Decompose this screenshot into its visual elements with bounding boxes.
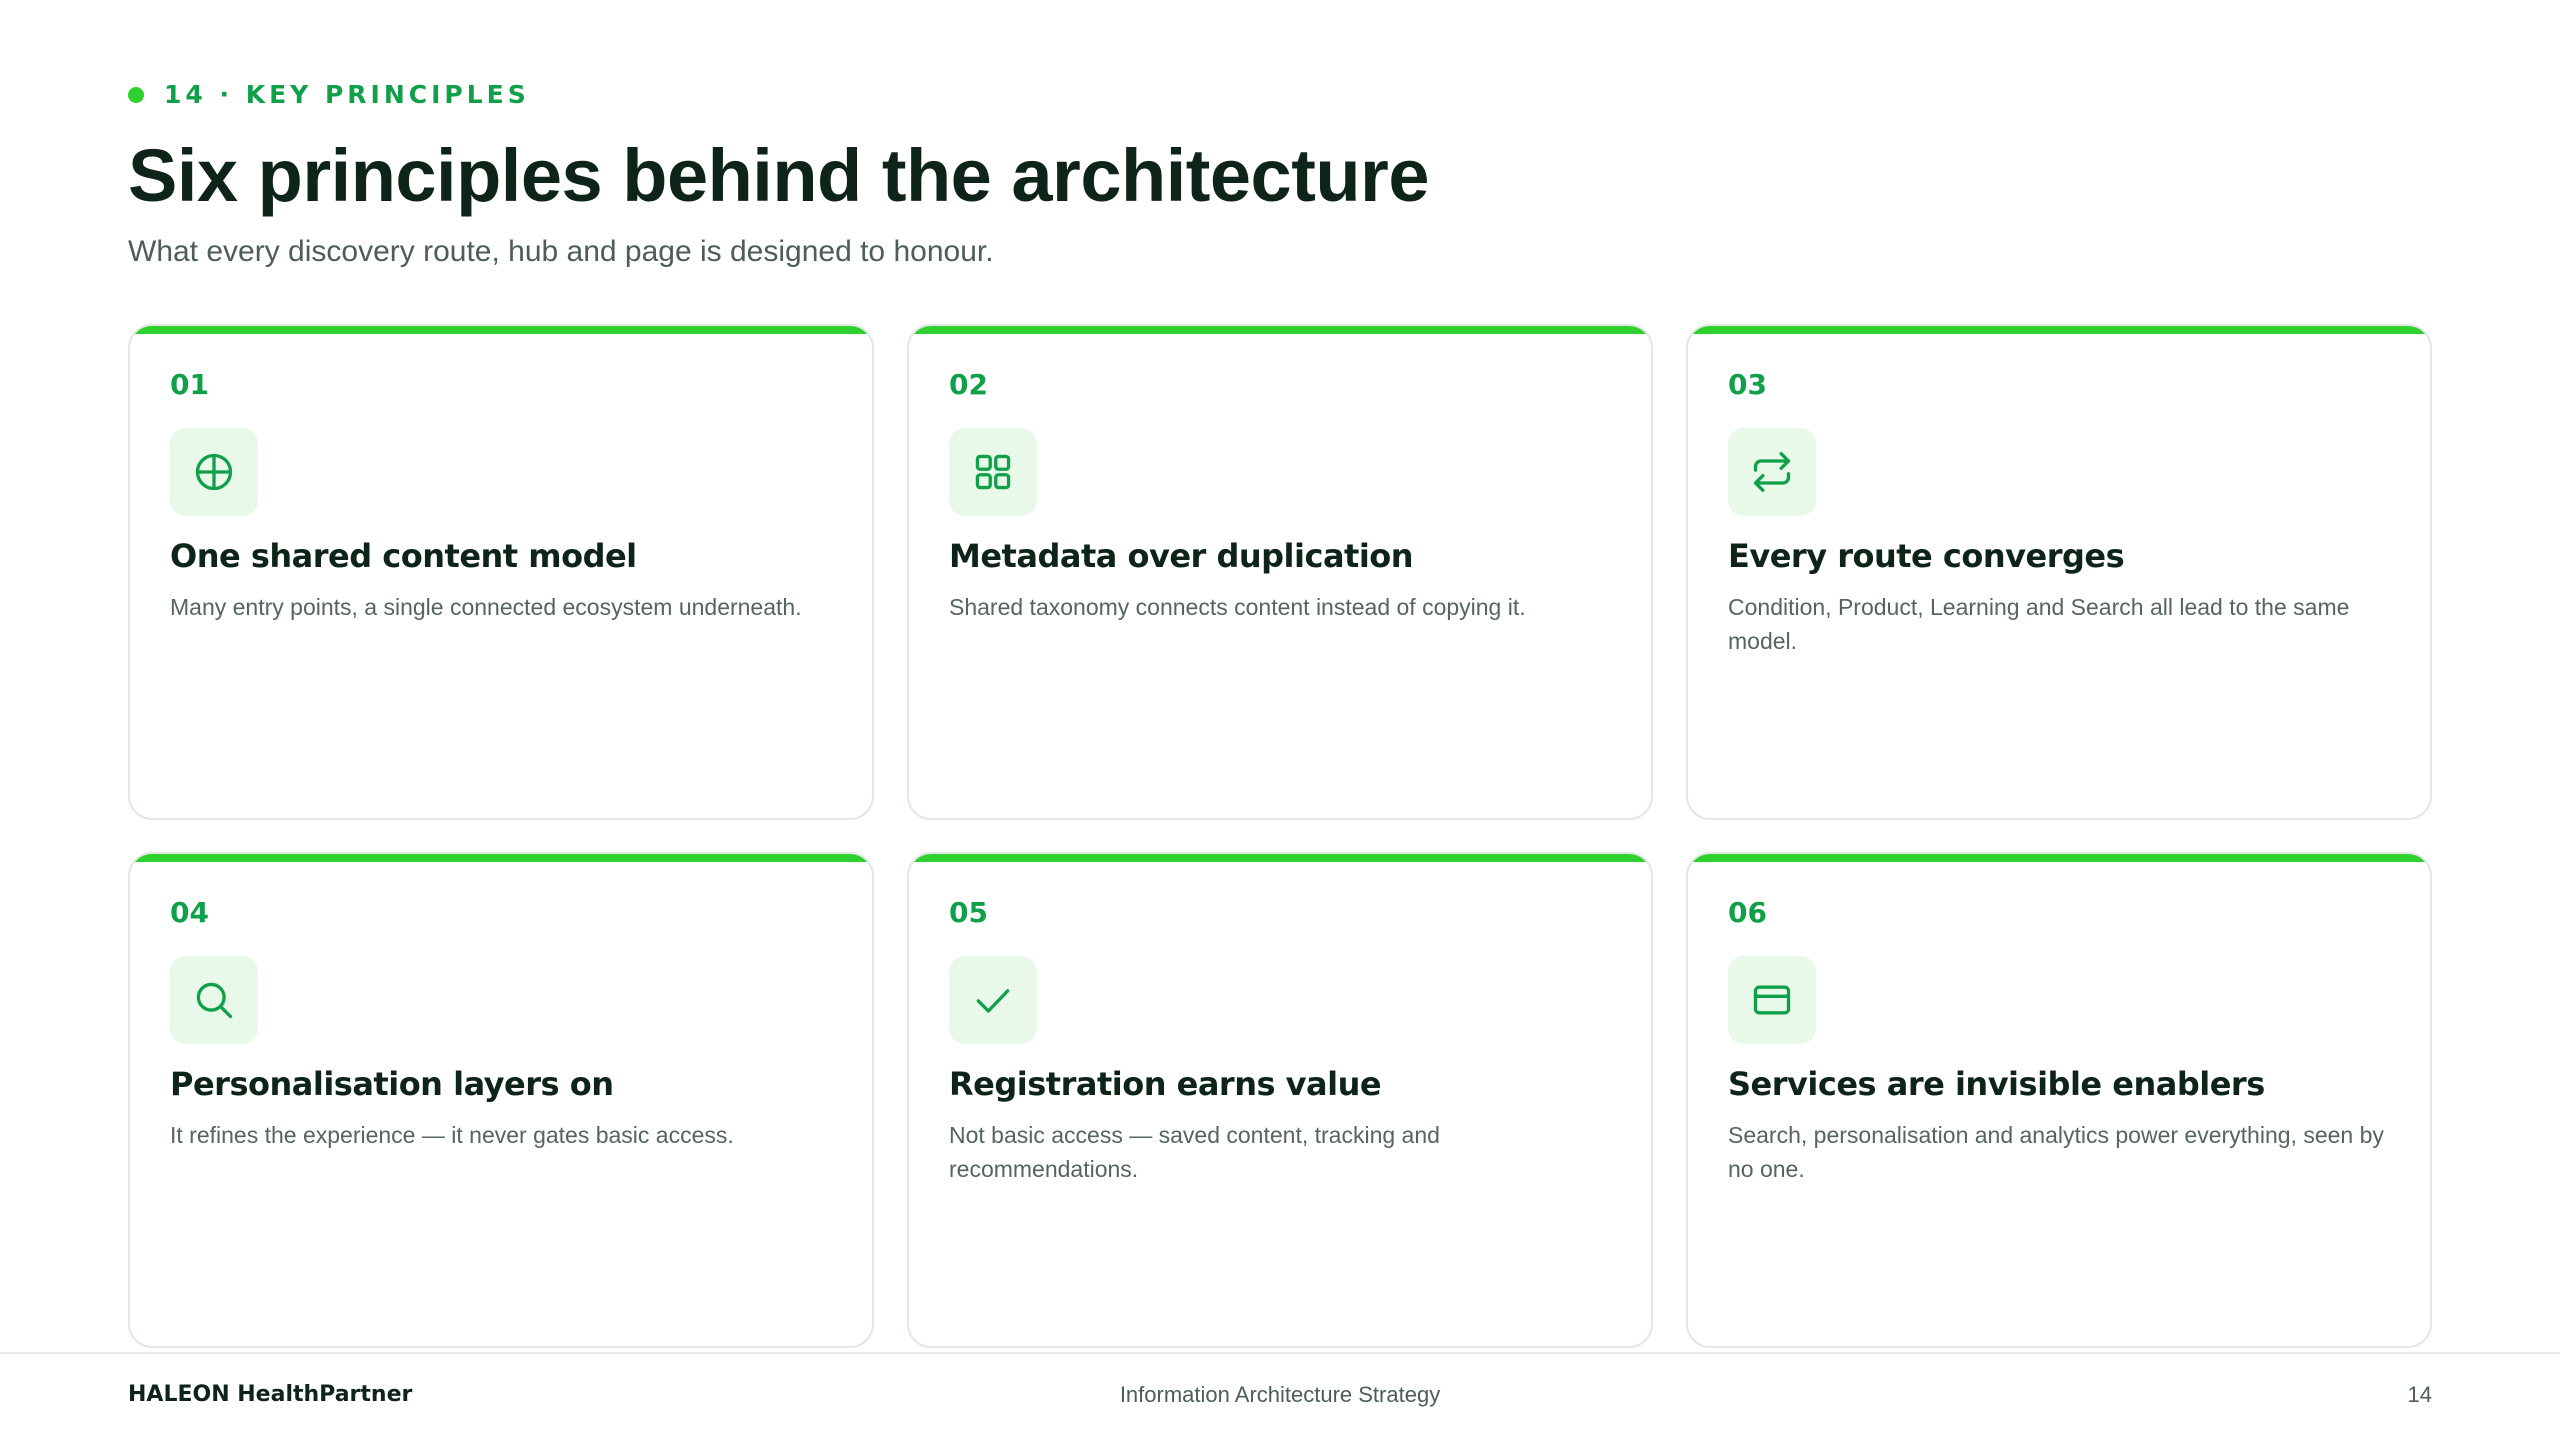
- repeat-arrows-icon: [1728, 428, 1816, 516]
- grid-icon: [949, 428, 1037, 516]
- search-icon: [170, 956, 258, 1044]
- card-number: 05: [949, 896, 988, 929]
- card-description: Search, personalisation and analytics po…: [1728, 1122, 2384, 1182]
- principle-card-06: 06 Services are invisible enablers Searc…: [1686, 852, 2432, 1348]
- card-accent-bar: [130, 326, 872, 334]
- principles-grid: 01 One shared content model Many entry p…: [128, 324, 2432, 1348]
- card-accent-bar: [1688, 326, 2430, 334]
- footer-divider: [0, 1352, 2560, 1354]
- card-title: Registration earns value: [949, 1065, 1382, 1103]
- card-title: Personalisation layers on: [170, 1065, 614, 1103]
- card-number: 01: [170, 368, 209, 401]
- principle-card-05: 05 Registration earns value Not basic ac…: [907, 852, 1653, 1348]
- principle-card-02: 02 Metadata over duplication Shared taxo…: [907, 324, 1653, 820]
- card-accent-bar: [909, 326, 1651, 334]
- globe-icon: [170, 428, 258, 516]
- principle-card-03: 03 Every route converges Condition, Prod…: [1686, 324, 2432, 820]
- principle-card-01: 01 One shared content model Many entry p…: [128, 324, 874, 820]
- card-number: 04: [170, 896, 209, 929]
- card-title: One shared content model: [170, 537, 637, 575]
- footer-page-number: 14: [2407, 1382, 2432, 1407]
- card-number: 03: [1728, 368, 1767, 401]
- card-title: Services are invisible enablers: [1728, 1065, 2265, 1103]
- check-icon: [949, 956, 1037, 1044]
- eyebrow-label: 14 · KEY PRINCIPLES: [164, 80, 530, 109]
- card-accent-bar: [909, 854, 1651, 862]
- card-number: 06: [1728, 896, 1767, 929]
- card-number: 02: [949, 368, 988, 401]
- footer-document-title: Information Architecture Strategy: [1119, 1382, 1441, 1407]
- card-accent-bar: [1688, 854, 2430, 862]
- card-accent-bar: [130, 854, 872, 862]
- card-description: Not basic access — saved content, tracki…: [949, 1122, 1440, 1182]
- section-eyebrow: 14 · KEY PRINCIPLES: [128, 80, 530, 109]
- card-description: Many entry points, a single connected ec…: [170, 594, 802, 620]
- principle-card-04: 04 Personalisation layers on It refines …: [128, 852, 874, 1348]
- card-description: It refines the experience — it never gat…: [170, 1122, 734, 1148]
- slide: 14 · KEY PRINCIPLES Six principles behin…: [0, 0, 2560, 1440]
- card-description: Condition, Product, Learning and Search …: [1728, 594, 2350, 654]
- eyebrow-dot: [128, 86, 144, 103]
- page-subtitle: What every discovery route, hub and page…: [128, 235, 994, 268]
- card-icon: [1728, 956, 1816, 1044]
- card-title: Every route converges: [1728, 537, 2125, 575]
- card-title: Metadata over duplication: [949, 537, 1414, 575]
- card-description: Shared taxonomy connects content instead…: [949, 594, 1526, 620]
- page-title: Six principles behind the architecture: [128, 134, 1430, 217]
